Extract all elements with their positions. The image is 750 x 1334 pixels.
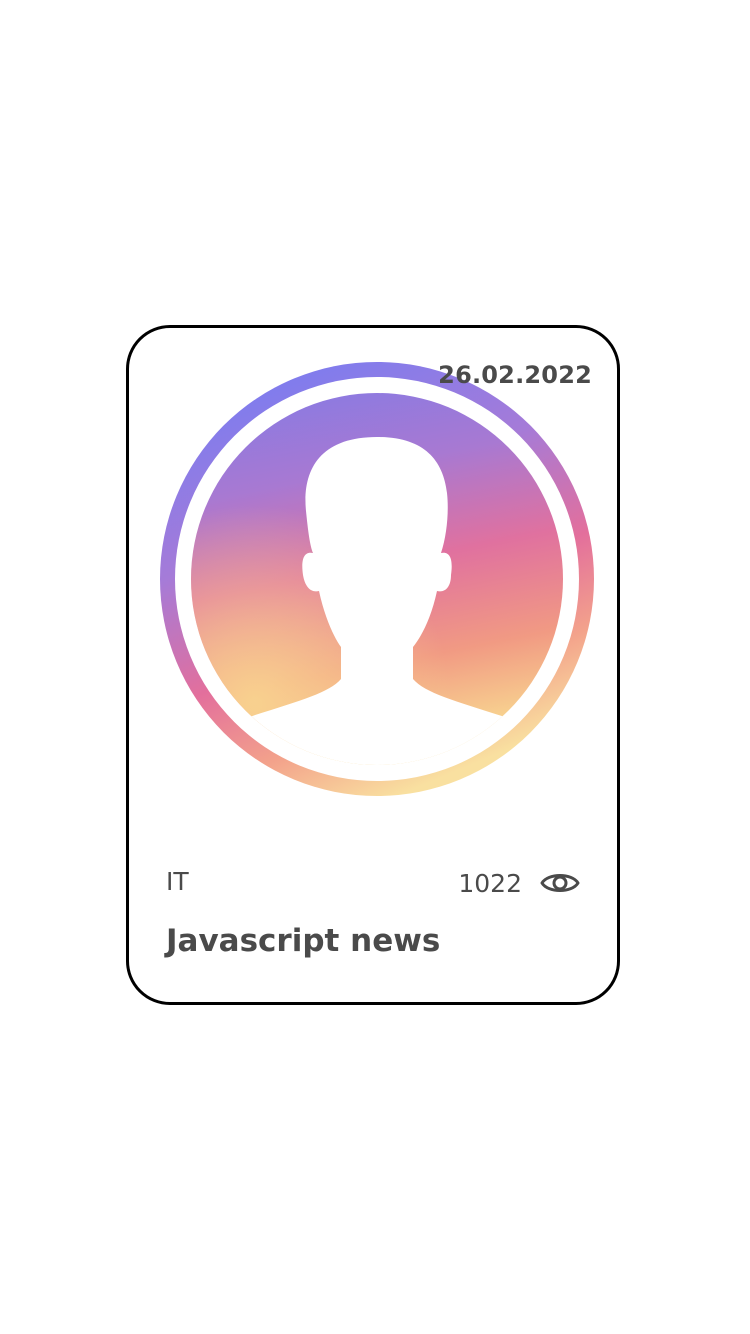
card-date: 26.02.2022 xyxy=(438,361,592,389)
user-silhouette-icon xyxy=(160,362,594,796)
card-meta-row: IT 1022 xyxy=(166,863,580,903)
card-title: Javascript news xyxy=(166,923,441,959)
avatar xyxy=(159,361,595,797)
views-count: 1022 xyxy=(458,868,522,898)
news-card[interactable]: 26.02.2022 IT 1022 Javascript news xyxy=(126,325,620,1005)
category-label: IT xyxy=(166,867,189,896)
eye-icon xyxy=(540,874,580,892)
views-counter: 1022 xyxy=(458,863,580,903)
